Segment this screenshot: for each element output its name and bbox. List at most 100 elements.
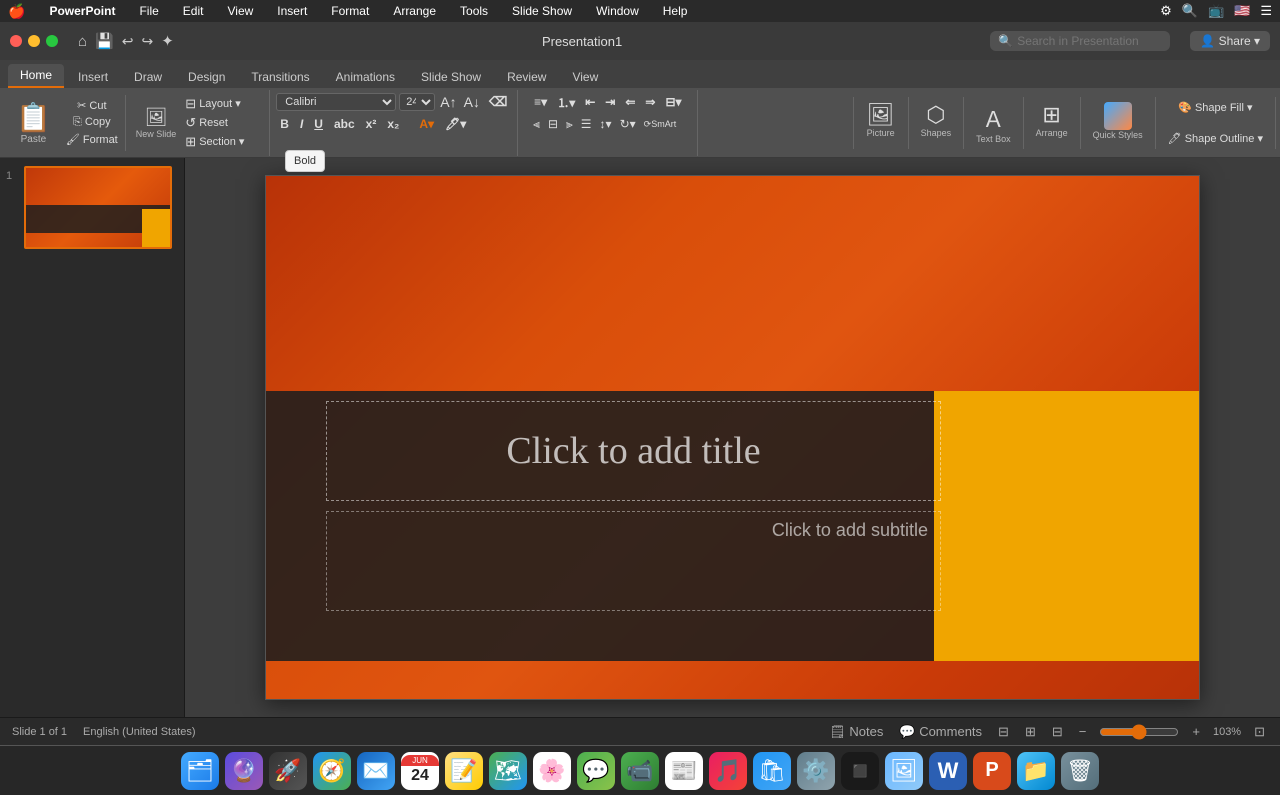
menu-edit[interactable]: Edit bbox=[179, 3, 208, 19]
dock-mail[interactable]: ✉️ bbox=[357, 752, 395, 790]
app-name[interactable]: PowerPoint bbox=[45, 3, 119, 19]
menu-insert[interactable]: Insert bbox=[273, 3, 311, 19]
dock-trash[interactable]: 🗑 bbox=[1061, 752, 1099, 790]
font-size-up-button[interactable]: A↑ bbox=[438, 94, 458, 110]
menu-help[interactable]: Help bbox=[659, 3, 692, 19]
underline-button[interactable]: U bbox=[310, 115, 327, 133]
copy-button[interactable]: ⎘ Copy bbox=[63, 115, 121, 130]
align-left-button[interactable]: ⫷ bbox=[530, 116, 543, 133]
dock-maps[interactable]: 🗺 bbox=[489, 752, 527, 790]
menu-window[interactable]: Window bbox=[592, 3, 643, 19]
apple-menu[interactable]: 🍎 bbox=[8, 3, 25, 20]
indent-decrease-button[interactable]: ⇤ bbox=[581, 93, 599, 111]
maximize-button[interactable] bbox=[46, 35, 58, 47]
menu-slideshow[interactable]: Slide Show bbox=[508, 3, 576, 19]
columns-button[interactable]: ⊟▾ bbox=[661, 93, 685, 111]
search-bar[interactable]: 🔍 bbox=[990, 31, 1170, 51]
layout-button[interactable]: ⊟ Layout ▾ bbox=[183, 95, 263, 113]
slide-subtitle-box[interactable]: Click to add subtitle bbox=[326, 511, 941, 611]
dock-siri[interactable]: 🔮 bbox=[225, 752, 263, 790]
control-center-icon[interactable]: ⚙ bbox=[1160, 3, 1172, 19]
dock-word[interactable]: W bbox=[929, 752, 967, 790]
align-right-button[interactable]: ⫸ bbox=[563, 116, 576, 133]
dock-news[interactable]: 📰 bbox=[665, 752, 703, 790]
tab-draw[interactable]: Draw bbox=[122, 66, 174, 88]
font-size-select[interactable]: 24 18 36 bbox=[399, 93, 435, 111]
bold-button[interactable]: B bbox=[276, 115, 293, 133]
tab-view[interactable]: View bbox=[560, 66, 610, 88]
tab-home[interactable]: Home bbox=[8, 64, 64, 88]
rtl-button[interactable]: ⇐ bbox=[621, 93, 639, 111]
arrange-button[interactable]: ⊞ Arrange bbox=[1032, 100, 1072, 140]
save-icon[interactable]: 💾 bbox=[95, 32, 114, 50]
font-size-down-button[interactable]: A↓ bbox=[462, 94, 482, 110]
dock-finder[interactable]: 🗂 bbox=[181, 752, 219, 790]
dock-preview[interactable]: 🖼 bbox=[885, 752, 923, 790]
dock-calendar[interactable]: JUN 24 bbox=[401, 752, 439, 790]
indent-increase-button[interactable]: ⇥ bbox=[601, 93, 619, 111]
slide-canvas[interactable]: Click to add title Click to add subtitle bbox=[265, 175, 1200, 700]
menu-arrange[interactable]: Arrange bbox=[389, 3, 440, 19]
dock-safari[interactable]: 🧭 bbox=[313, 752, 351, 790]
italic-button[interactable]: I bbox=[296, 115, 307, 133]
textbox-button[interactable]: Ａ Text Box bbox=[972, 100, 1015, 146]
slide-thumbnail-1[interactable] bbox=[24, 166, 172, 249]
font-color-button[interactable]: A▾ bbox=[415, 115, 438, 133]
dock-terminal[interactable]: ⬛ bbox=[841, 752, 879, 790]
format-painter-button[interactable]: 🖌 Format bbox=[63, 132, 121, 147]
close-button[interactable] bbox=[10, 35, 22, 47]
zoom-slider[interactable] bbox=[1099, 724, 1179, 740]
cut-button[interactable]: ✂ Cut bbox=[63, 98, 121, 113]
dock-messages[interactable]: 💬 bbox=[577, 752, 615, 790]
share-button[interactable]: 👤 Share ▾ bbox=[1190, 31, 1270, 51]
paste-button[interactable]: 📋 Paste bbox=[8, 97, 59, 149]
tab-slideshow[interactable]: Slide Show bbox=[409, 66, 493, 88]
tab-animations[interactable]: Animations bbox=[324, 66, 407, 88]
home-icon[interactable]: ⌂ bbox=[78, 33, 87, 50]
zoom-out-button[interactable]: − bbox=[1076, 723, 1090, 740]
subscript-button[interactable]: x₂ bbox=[383, 115, 403, 133]
reset-button[interactable]: ↺ Reset bbox=[183, 114, 263, 132]
shape-outline-button[interactable]: 🖊 Shape Outline ▾ bbox=[1164, 131, 1267, 146]
input-source-icon[interactable]: 🇺🇸 bbox=[1234, 3, 1250, 19]
smart-art-convert-button[interactable]: ⟳SmArt bbox=[641, 116, 680, 133]
dock-appstore[interactable]: 🛍 bbox=[753, 752, 791, 790]
slide-title-box[interactable]: Click to add title bbox=[326, 401, 941, 501]
spotlight-icon[interactable]: 🔍 bbox=[1182, 3, 1198, 19]
menu-extra-icon[interactable]: ☰ bbox=[1260, 3, 1272, 19]
dock-powerpoint[interactable]: P bbox=[973, 752, 1011, 790]
dock-notes[interactable]: 📝 bbox=[445, 752, 483, 790]
new-slide-button[interactable]: 🖼 New Slide bbox=[132, 105, 181, 141]
dock-folder[interactable]: 📁 bbox=[1017, 752, 1055, 790]
reading-view-button[interactable]: ⊟ bbox=[1049, 723, 1066, 741]
menu-view[interactable]: View bbox=[223, 3, 257, 19]
tab-review[interactable]: Review bbox=[495, 66, 558, 88]
undo-button[interactable]: ↩ bbox=[122, 33, 134, 50]
strikethrough-button[interactable]: abc bbox=[330, 115, 359, 133]
align-justify-button[interactable]: ☰ bbox=[578, 116, 595, 133]
clear-format-button[interactable]: ⌫ bbox=[485, 92, 511, 112]
minimize-button[interactable] bbox=[28, 35, 40, 47]
dock-photos[interactable]: 🌸 bbox=[533, 752, 571, 790]
slide-sorter-button[interactable]: ⊞ bbox=[1022, 723, 1039, 741]
dock-music[interactable]: 🎵 bbox=[709, 752, 747, 790]
redo-button[interactable]: ↪ bbox=[141, 33, 153, 50]
ltr-button[interactable]: ⇒ bbox=[641, 93, 659, 111]
shapes-button[interactable]: ⬡ Shapes bbox=[917, 100, 956, 140]
dock-launchpad[interactable]: 🚀 bbox=[269, 752, 307, 790]
normal-view-button[interactable]: ⊟ bbox=[995, 723, 1012, 741]
superscript-button[interactable]: x² bbox=[362, 115, 381, 133]
customize-icon[interactable]: ✦ bbox=[161, 32, 174, 50]
picture-button[interactable]: 🖼 Picture bbox=[863, 100, 899, 140]
notes-button[interactable]: 🗒 Notes bbox=[826, 723, 886, 741]
font-family-select[interactable]: Calibri Arial Times New Roman bbox=[276, 93, 396, 111]
text-highlight-button[interactable]: 🖊▾ bbox=[441, 115, 470, 133]
menu-tools[interactable]: Tools bbox=[456, 3, 492, 19]
align-center-button[interactable]: ⊟ bbox=[545, 116, 561, 133]
text-direction-button[interactable]: ↻▾ bbox=[617, 116, 639, 133]
tab-transitions[interactable]: Transitions bbox=[239, 66, 321, 88]
section-button[interactable]: ⊞ Section ▾ bbox=[183, 133, 263, 151]
numbering-button[interactable]: ⒈▾ bbox=[553, 92, 579, 113]
zoom-in-button[interactable]: + bbox=[1189, 723, 1203, 740]
menu-format[interactable]: Format bbox=[327, 3, 373, 19]
